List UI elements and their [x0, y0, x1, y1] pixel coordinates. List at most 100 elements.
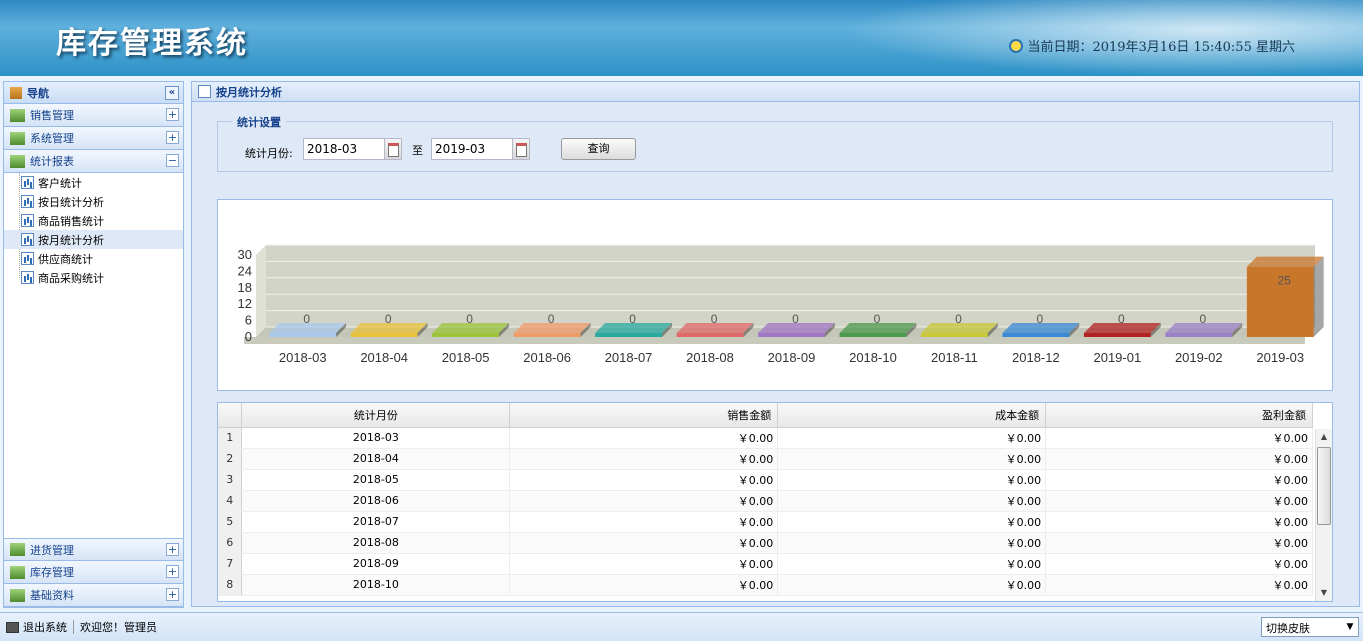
table-cell: ￥0.00: [1045, 427, 1313, 449]
bar-chart-icon: [21, 233, 34, 246]
table-cell: ￥0.00: [509, 490, 779, 512]
column-header[interactable]: 盈利金额: [1045, 403, 1313, 428]
report-menu-label: 商品销售统计: [38, 214, 104, 228]
report-menu-item[interactable]: 客户统计: [4, 173, 183, 192]
table-cell: ￥0.00: [1045, 448, 1313, 470]
scroll-thumb[interactable]: [1317, 447, 1331, 525]
chart-back-wall: [266, 245, 1315, 327]
x-tick-label: 2018-12: [1012, 350, 1060, 365]
x-tick-label: 2019-01: [1093, 350, 1141, 365]
chart-base: [244, 337, 1305, 344]
skin-select[interactable]: 切换皮肤 ▼: [1261, 617, 1359, 637]
expand-toggle-icon[interactable]: +: [166, 543, 179, 556]
x-tick-label: 2018-06: [523, 350, 571, 365]
x-tick-label: 2018-08: [686, 350, 734, 365]
table-row[interactable]: 4 2018-06 ￥0.00 ￥0.00 ￥0.00: [218, 490, 1313, 512]
nav-section-top-0[interactable]: 销售管理 +: [4, 104, 183, 127]
table-cell: ￥0.00: [777, 490, 1047, 512]
app-title: 库存管理系统: [56, 26, 248, 61]
nav-section-bottom-2[interactable]: 基础资料 +: [4, 584, 183, 607]
report-menu-item[interactable]: 按月统计分析: [4, 230, 183, 249]
app-header: 库存管理系统 当前日期：2019年3月16日 15:40:55 星期六: [0, 0, 1363, 76]
logout-icon[interactable]: [6, 621, 19, 633]
bar: [921, 333, 988, 337]
chevron-down-icon[interactable]: ▼: [1342, 618, 1358, 636]
report-menu-item[interactable]: 商品销售统计: [4, 211, 183, 230]
x-tick-label: 2018-04: [360, 350, 408, 365]
grid-scrollbar[interactable]: ▲ ▼: [1315, 429, 1332, 601]
report-menu-item[interactable]: 按日统计分析: [4, 192, 183, 211]
row-number-cell: 8: [218, 574, 243, 596]
calendar-icon[interactable]: [512, 139, 529, 159]
end-month-value: 2019-03: [435, 142, 486, 156]
settings-fieldset: 统计设置 统计月份: 2018-03 至 2019-03 查询: [217, 114, 1333, 172]
start-month-value: 2018-03: [307, 142, 358, 156]
x-tick-label: 2018-05: [442, 350, 490, 365]
bar-side: [1313, 256, 1324, 337]
table-row[interactable]: 8 2018-10 ￥0.00 ￥0.00 ￥0.00: [218, 574, 1313, 596]
stats-grid: 统计月份 销售金额 成本金额 盈利金额 1 2018-03 ￥0.00 ￥0.00 ￥0.00…: [217, 402, 1333, 602]
expand-toggle-icon[interactable]: +: [166, 565, 179, 578]
panel-title: 按月统计分析: [216, 85, 282, 99]
table-cell: 2018-09: [241, 553, 511, 575]
nav-section-top-1[interactable]: 系统管理 +: [4, 127, 183, 150]
scroll-down-icon[interactable]: ▼: [1316, 585, 1332, 601]
table-row[interactable]: 1 2018-03 ￥0.00 ￥0.00 ￥0.00: [218, 427, 1313, 449]
nav-section-bottom-0[interactable]: 进货管理 +: [4, 538, 183, 561]
nav-section-label: 库存管理: [30, 566, 74, 579]
table-row[interactable]: 7 2018-09 ￥0.00 ￥0.00 ￥0.00: [218, 553, 1313, 575]
table-cell: ￥0.00: [509, 469, 779, 491]
y-tick-label: 6: [245, 313, 252, 328]
query-button[interactable]: 查询: [561, 138, 636, 160]
end-month-field[interactable]: 2019-03: [431, 138, 530, 160]
column-header[interactable]: 成本金额: [777, 403, 1047, 428]
row-number-cell: 6: [218, 532, 243, 554]
report-menu-label: 客户统计: [38, 176, 82, 190]
bar: [432, 333, 500, 337]
start-month-field[interactable]: 2018-03: [303, 138, 402, 160]
data-label: 0: [1199, 312, 1206, 326]
expand-toggle-icon[interactable]: +: [166, 131, 179, 144]
column-header[interactable]: 统计月份: [241, 403, 511, 428]
nav-section-bottom-1[interactable]: 库存管理 +: [4, 561, 183, 584]
calendar-icon[interactable]: [384, 139, 401, 159]
row-number-cell: 1: [218, 427, 243, 449]
bar: [350, 333, 418, 337]
bar-chart-icon: [21, 252, 34, 265]
data-label: 0: [629, 312, 636, 326]
report-menu-item[interactable]: 供应商统计: [4, 249, 183, 268]
signpost-icon: [10, 86, 22, 99]
data-label: 0: [1037, 312, 1044, 326]
expand-toggle-icon[interactable]: +: [166, 108, 179, 121]
table-row[interactable]: 2 2018-04 ￥0.00 ￥0.00 ￥0.00: [218, 448, 1313, 470]
table-cell: 2018-03: [241, 427, 511, 449]
report-menu-label: 商品采购统计: [38, 271, 104, 285]
table-row[interactable]: 3 2018-05 ￥0.00 ￥0.00 ￥0.00: [218, 469, 1313, 491]
table-cell: ￥0.00: [1045, 490, 1313, 512]
column-header[interactable]: 销售金额: [509, 403, 779, 428]
table-cell: ￥0.00: [1045, 469, 1313, 491]
report-menu-label: 按月统计分析: [38, 233, 104, 247]
skin-select-value: 切换皮肤: [1266, 622, 1310, 635]
row-number-cell: 5: [218, 511, 243, 533]
table-cell: ￥0.00: [509, 574, 779, 596]
module-icon: [10, 154, 25, 168]
bar: [676, 333, 744, 337]
table-cell: ￥0.00: [777, 532, 1047, 554]
divider: [73, 620, 74, 634]
logout-link[interactable]: 退出系统: [23, 619, 67, 635]
report-menu-item[interactable]: 商品采购统计: [4, 268, 183, 287]
nav-section-top-2[interactable]: 统计报表 −: [4, 150, 183, 173]
report-menu-label: 供应商统计: [38, 252, 93, 266]
row-number-cell: 4: [218, 490, 243, 512]
table-row[interactable]: 6 2018-08 ￥0.00 ￥0.00 ￥0.00: [218, 532, 1313, 554]
monthly-bar-chart: 0 6 12 18 24 30 0 2018-03 0 2018-04 0 2018-05 0 2018-…: [217, 199, 1333, 391]
row-number-cell: 3: [218, 469, 243, 491]
expand-toggle-icon[interactable]: +: [166, 588, 179, 601]
expand-toggle-icon[interactable]: −: [166, 154, 179, 167]
collapse-nav-button[interactable]: «: [165, 86, 179, 100]
table-row[interactable]: 5 2018-07 ￥0.00 ￥0.00 ￥0.00: [218, 511, 1313, 533]
data-label: 0: [711, 312, 718, 326]
y-tick-label: 18: [238, 280, 252, 295]
scroll-up-icon[interactable]: ▲: [1316, 429, 1332, 445]
